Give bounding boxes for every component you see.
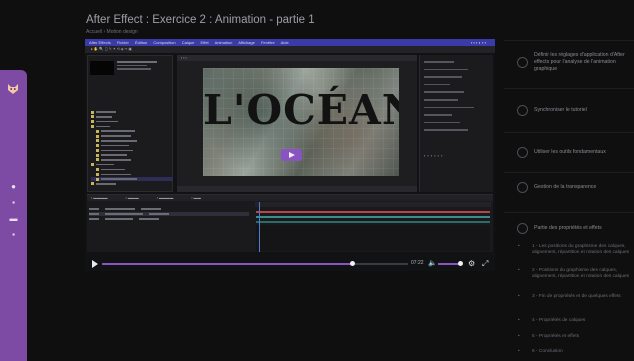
ae-menu-item: Composition <box>153 40 176 45</box>
step-circle-icon <box>517 147 528 158</box>
ae-project-row <box>91 134 173 138</box>
ae-project-row <box>91 110 173 114</box>
ae-project-panel <box>87 55 173 192</box>
ae-project-list <box>91 110 173 187</box>
volume-icon[interactable]: 🔈 <box>428 260 437 268</box>
ae-menu-item: Édition <box>134 40 148 45</box>
step-circle-icon <box>517 223 528 234</box>
outline-subitem[interactable]: 5 - Propriétés et effets <box>518 334 630 341</box>
ae-comp-tab: ▪ ▪ ▪ <box>177 55 417 61</box>
ae-menu-item: Animation <box>214 40 233 45</box>
outline-subitem[interactable]: 6 - Conclusion <box>518 349 630 356</box>
page-title: After Effect : Exercice 2 : Animation - … <box>86 14 315 26</box>
play-icon[interactable] <box>92 260 98 268</box>
ae-project-row <box>91 139 173 143</box>
ae-project-row <box>91 163 173 167</box>
gear-icon[interactable]: ⚙ <box>468 259 475 268</box>
ae-project-row <box>91 143 173 148</box>
layer-bar-red <box>256 211 490 213</box>
ae-layer-list <box>89 207 249 222</box>
outline-step[interactable]: Définir les réglages d'application d'Aft… <box>504 40 634 88</box>
ae-align-icons: ▪▪▪▪▪▪ <box>424 153 445 158</box>
video-player[interactable]: After Effects Fichier Édition Compositio… <box>85 39 495 271</box>
ae-properties-panel: ▪▪▪▪▪▪ <box>419 55 493 192</box>
ae-menu-item: Aide <box>280 40 289 45</box>
progress-bar[interactable] <box>102 261 408 266</box>
ae-system-tray: ▪ ▪ ▪ ◐ ▪ ▪ <box>470 40 486 45</box>
player-controls: 07:22 🔈 ⚙ ⤢ <box>85 257 495 271</box>
fullscreen-icon[interactable]: ⤢ <box>482 259 488 268</box>
ae-project-row <box>91 153 173 157</box>
ae-project-row-selected <box>91 176 173 182</box>
step-label: Partie des propriétés et effets <box>534 225 602 231</box>
lesson-outline: Définir les réglages d'application d'Aft… <box>504 40 634 361</box>
ae-project-row <box>91 115 173 119</box>
outline-subitem[interactable]: 3 - Fin de propriétés et de quelques eff… <box>518 294 630 301</box>
grid-icon[interactable]: ▪ <box>9 198 18 207</box>
layer-bar-teal <box>256 221 490 223</box>
ae-layer-row <box>89 207 249 211</box>
ae-menu-item: Fichier <box>116 40 129 45</box>
outline-step-current[interactable]: Partie des propriétés et effets <box>504 212 634 242</box>
ae-menu-item: Fenêtre <box>260 40 275 45</box>
center-play-button[interactable] <box>281 149 302 161</box>
fox-logo-icon[interactable] <box>6 82 20 96</box>
time-display: 07:22 <box>411 260 424 266</box>
outline-step[interactable]: Synchroniser le tutoriel <box>504 88 634 132</box>
ae-project-row <box>91 124 173 128</box>
outline-step[interactable]: Gestion de la transparence <box>504 172 634 212</box>
step-circle-icon <box>517 105 528 116</box>
ae-comp-footer <box>177 186 417 192</box>
layer-bar-teal <box>256 216 490 218</box>
person-icon[interactable]: ▪ <box>9 230 18 239</box>
ae-project-info <box>117 61 171 70</box>
ae-timeline-panel: ▪ ▬▬▬▬ ▪ ▬▬▬ ▪ ▬▬▬▬ ▪ ▬▬ <box>87 194 493 252</box>
ae-menu-item: Calque <box>181 40 195 45</box>
ae-timeline-tabs: ▪ ▬▬▬▬ ▪ ▬▬▬ ▪ ▬▬▬▬ ▪ ▬▬ <box>87 195 493 201</box>
progress-knob[interactable] <box>350 261 356 266</box>
ae-menu-item: Affichage <box>238 40 255 45</box>
ae-menubar: After Effects Fichier Édition Compositio… <box>85 39 495 46</box>
timeline-empty-area <box>256 225 490 251</box>
step-label: Gestion de la transparence <box>534 184 597 190</box>
ae-project-row <box>91 120 173 124</box>
left-sidebar: ● ▪ ▬ ▪ <box>0 70 27 361</box>
ae-composition-panel: ▪ ▪ ▪ L'OCÉAN <box>177 55 417 192</box>
outline-subitem[interactable]: 4 - Propriétés de calques <box>518 318 630 325</box>
dot-icon[interactable]: ● <box>9 182 18 191</box>
outline-subitem[interactable]: 1 - Les positions du graphisme des calqu… <box>518 244 630 257</box>
ae-layer-row-selected <box>89 212 249 216</box>
chat-icon[interactable]: ▬ <box>9 214 18 223</box>
outline-subitem[interactable]: 2 - Positions du graphisme des calques, … <box>518 268 630 281</box>
ae-menu-item: After Effects <box>89 40 111 45</box>
step-label: Utiliser les outils fondamentaux <box>534 149 606 155</box>
ae-project-row <box>91 129 173 133</box>
ae-layer-row <box>89 217 249 221</box>
volume-knob[interactable] <box>458 261 463 266</box>
ae-project-row <box>91 167 173 171</box>
outline-step[interactable]: Utiliser les outils fondamentaux <box>504 132 634 172</box>
step-label: Synchroniser le tutoriel <box>534 107 587 113</box>
ae-time-ruler <box>255 202 491 207</box>
step-label: Définir les réglages d'application d'Aft… <box>534 52 625 72</box>
ae-menu-item: Effet <box>200 40 209 45</box>
volume-slider[interactable] <box>438 263 460 265</box>
ae-project-row <box>91 158 173 162</box>
ae-project-thumbnail <box>90 61 114 75</box>
current-time-indicator <box>259 202 260 252</box>
step-circle-icon <box>517 182 528 193</box>
ae-project-row <box>91 148 173 152</box>
ae-project-row <box>91 172 173 176</box>
ae-toolbar: ▸ ✋ 🔍 ◻ ✎ ✦ ⟲ ◈ ✂ ▣ <box>85 46 495 53</box>
canvas-title: L'OCÉAN <box>203 86 399 134</box>
progress-fill <box>102 263 353 265</box>
ae-project-row <box>91 182 173 186</box>
step-circle-icon <box>517 57 528 68</box>
breadcrumb[interactable]: Accueil › Motion design <box>86 29 138 35</box>
